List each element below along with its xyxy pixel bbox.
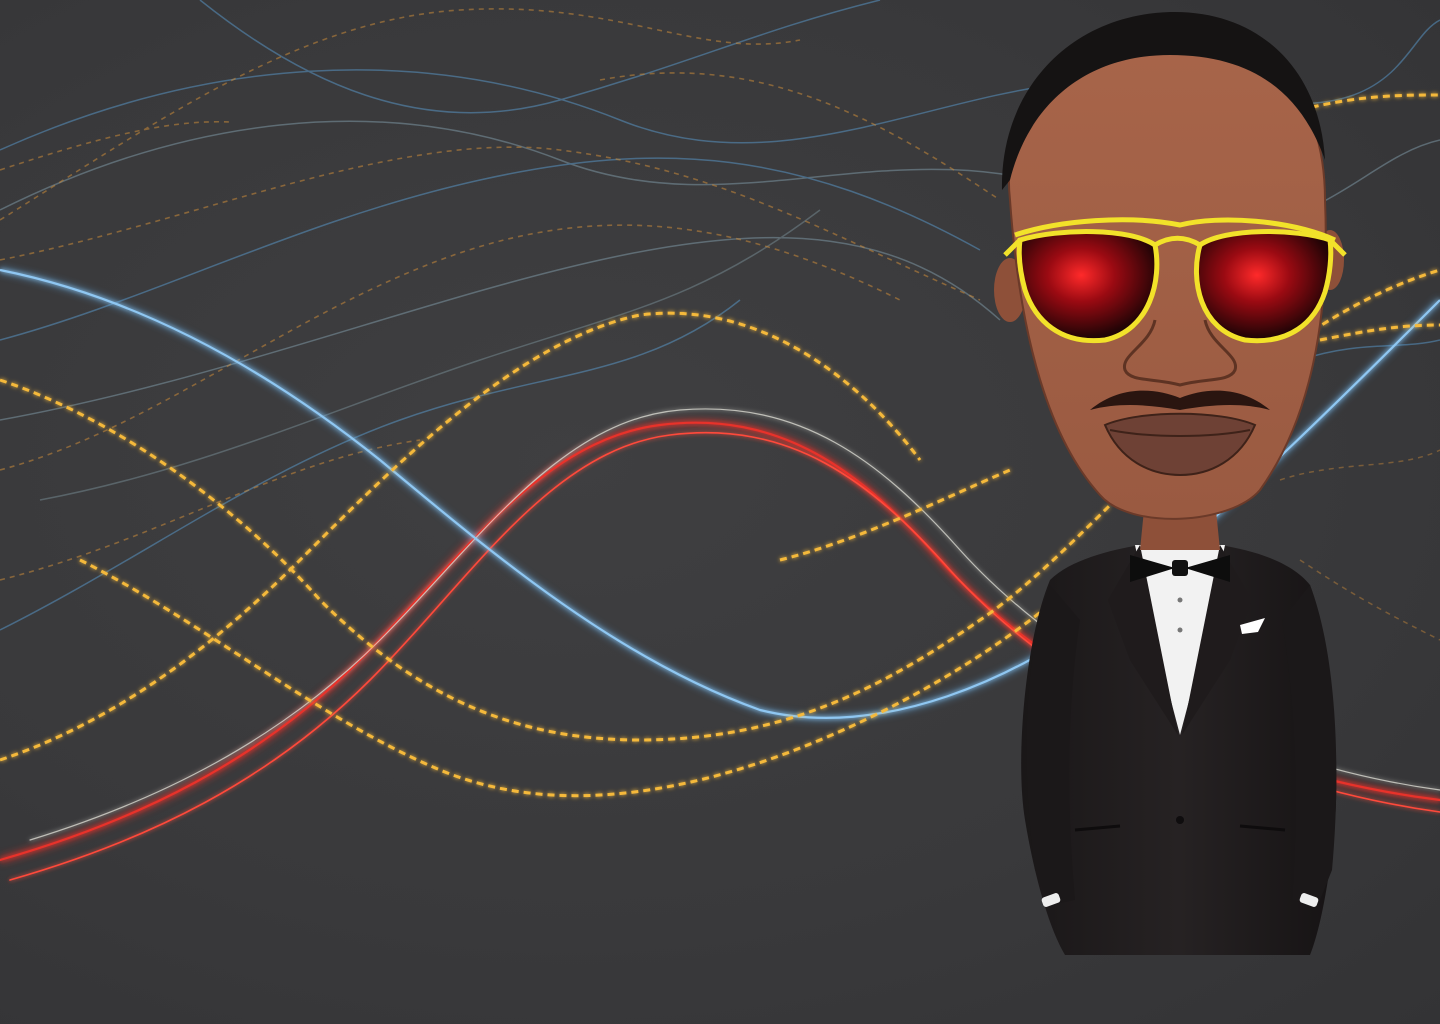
faint-dashed-trails [0,8,1001,581]
jacket-button [1176,816,1184,824]
cartoon-man-figure [994,11,1347,955]
canvas [0,0,1440,1024]
suit [1021,545,1337,955]
